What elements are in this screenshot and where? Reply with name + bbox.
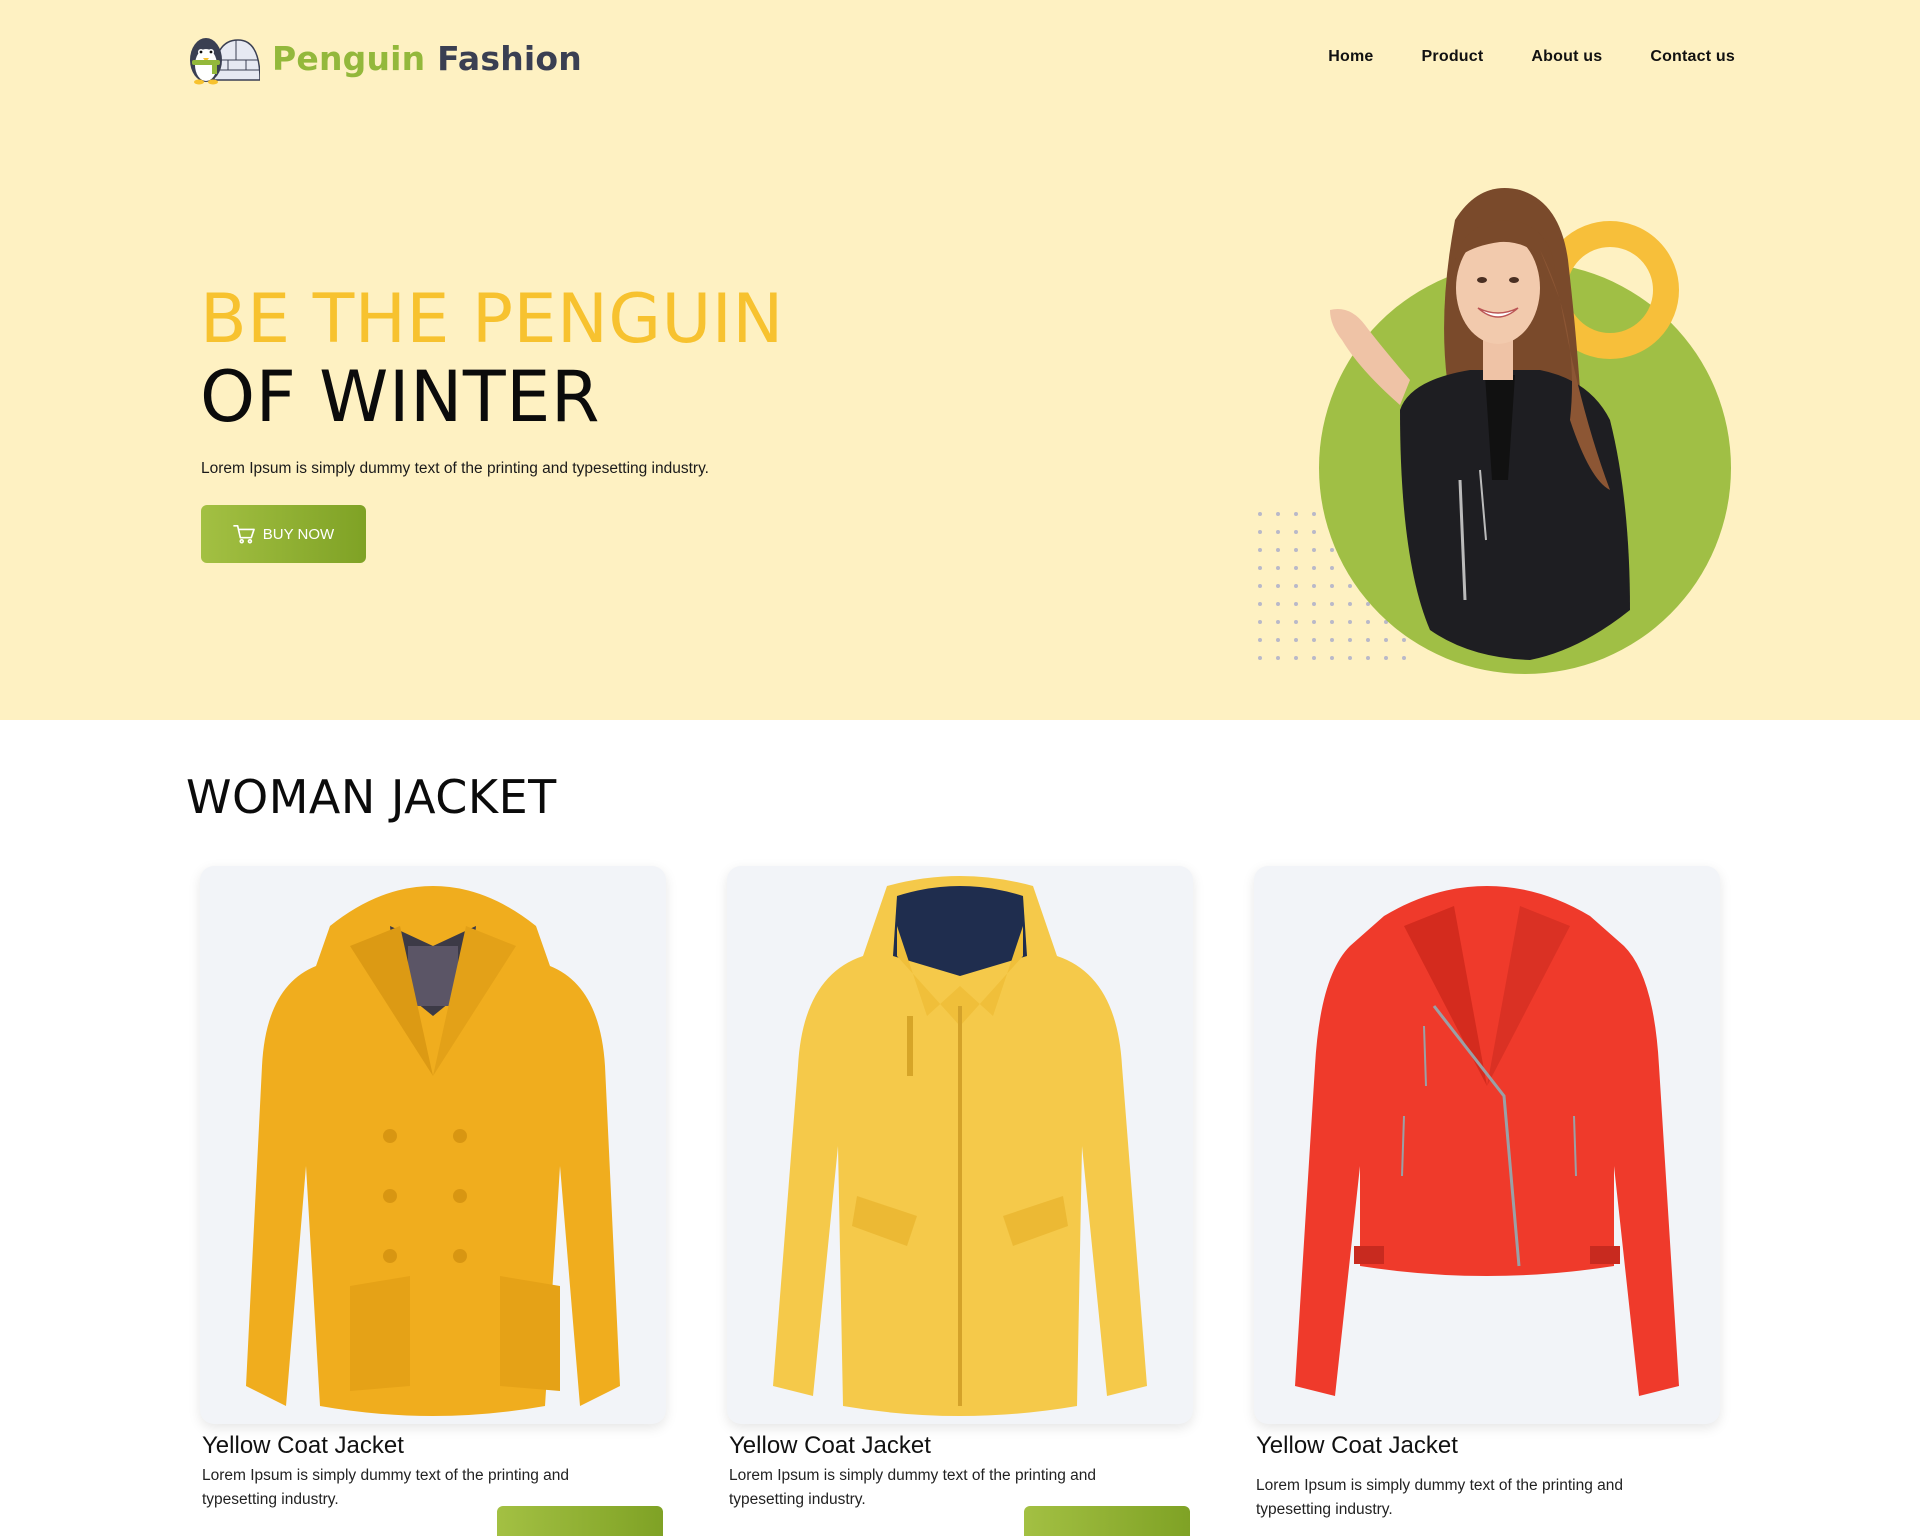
brand-name-part1: Penguin	[272, 38, 426, 78]
product-title: Yellow Coat Jacket	[1256, 1432, 1458, 1459]
product-title: Yellow Coat Jacket	[729, 1432, 931, 1459]
nav-home[interactable]: Home	[1328, 48, 1373, 66]
product-card[interactable]: Yellow Coat Jacket Lorem Ipsum is simply…	[200, 866, 666, 1512]
buy-now-label: BUY NOW	[262, 525, 335, 543]
buy-now-button[interactable]: BUY NOW	[201, 505, 366, 563]
cart-icon	[232, 525, 255, 544]
hero-title-line2: OF WINTER	[200, 356, 600, 438]
penguin-igloo-logo	[190, 38, 260, 85]
product-description: Lorem Ipsum is simply dummy text of the …	[202, 1467, 569, 1508]
nav-about-us[interactable]: About us	[1531, 48, 1602, 66]
brand-name-part2: Fashion	[437, 38, 582, 78]
product-card[interactable]: Yellow Coat Jacket Lorem Ipsum is simply…	[1254, 866, 1720, 1522]
hero-model-image	[1319, 188, 1731, 674]
section-title: WOMAN JACKET	[186, 770, 557, 824]
nav-contact-us[interactable]: Contact us	[1650, 48, 1735, 66]
product-image	[1254, 866, 1720, 1424]
hero-subtitle: Lorem Ipsum is simply dummy text of the …	[201, 460, 709, 477]
red-leather-jacket-image	[1295, 886, 1679, 1396]
brand-name: Penguin Fashion	[272, 39, 582, 78]
product-description: Lorem Ipsum is simply dummy text of the …	[729, 1467, 1096, 1508]
yellow-wool-coat-image	[246, 886, 620, 1416]
hero-title-line1: BE THE PENGUIN	[200, 280, 784, 359]
brand-logo[interactable]: Penguin Fashion	[184, 28, 582, 88]
product-description: Lorem Ipsum is simply dummy text of the …	[1256, 1477, 1623, 1518]
nav-product[interactable]: Product	[1422, 48, 1484, 66]
product-card-button[interactable]	[497, 1506, 663, 1536]
yellow-rain-jacket-image	[773, 876, 1147, 1416]
product-card[interactable]: Yellow Coat Jacket Lorem Ipsum is simply…	[727, 866, 1193, 1512]
hero-section: Penguin Fashion Home Product About us Co…	[0, 0, 1920, 720]
product-image	[727, 866, 1193, 1424]
product-image	[200, 866, 666, 1424]
product-card-button[interactable]	[1024, 1506, 1190, 1536]
main-nav: Home Product About us Contact us	[1328, 48, 1735, 66]
product-title: Yellow Coat Jacket	[202, 1432, 404, 1459]
